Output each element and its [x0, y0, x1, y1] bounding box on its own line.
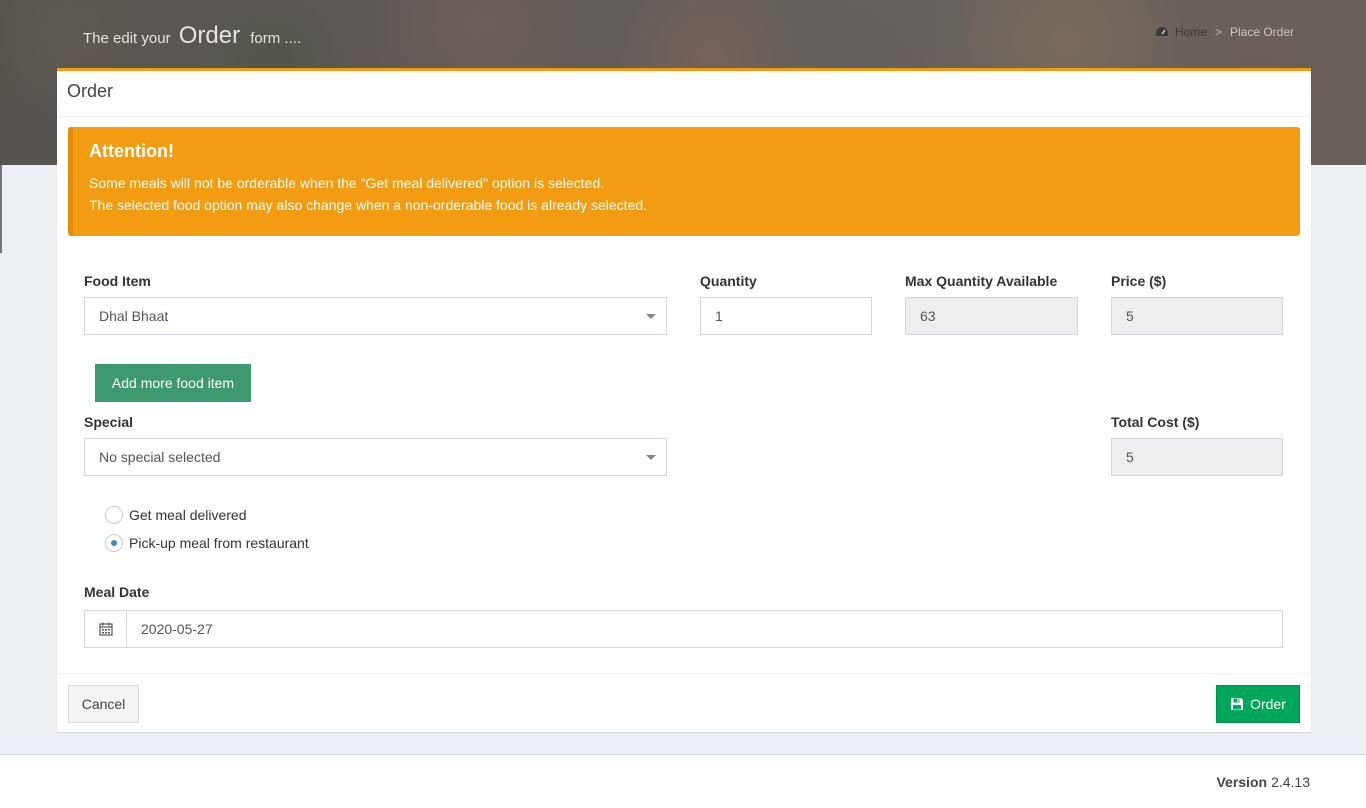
page-footer: Version 2.4.13: [0, 754, 1366, 808]
meal-date-value[interactable]: 2020-05-27: [127, 611, 227, 647]
meal-date-label: Meal Date: [84, 584, 150, 600]
radio-button-unchecked[interactable]: [105, 506, 123, 524]
alert-title: Attention!: [89, 141, 174, 161]
heading-emphasis: Order: [178, 22, 241, 49]
max-quantity-label: Max Quantity Available: [905, 273, 1058, 289]
breadcrumb-separator: >: [1214, 25, 1222, 39]
chevron-down-icon: [646, 455, 656, 460]
quantity-label: Quantity: [700, 273, 757, 289]
price-value: 5: [1126, 308, 1134, 324]
heading-suffix: form ....: [250, 30, 302, 47]
breadcrumb-current: Place Order: [1229, 25, 1294, 39]
price-field: 5: [1111, 297, 1283, 335]
special-select[interactable]: No special selected: [84, 438, 667, 476]
version-label: Version: [1216, 774, 1268, 790]
radio-get-meal-delivered[interactable]: Get meal delivered: [105, 506, 247, 524]
radio-button-checked[interactable]: [105, 534, 123, 552]
radio-pickup-meal[interactable]: Pick-up meal from restaurant: [105, 534, 309, 552]
cancel-button[interactable]: Cancel: [68, 685, 139, 723]
add-more-food-button[interactable]: Add more food item: [95, 364, 251, 402]
calendar-addon[interactable]: [85, 611, 127, 647]
price-label: Price ($): [1111, 273, 1167, 289]
special-label: Special: [84, 414, 134, 430]
version-info: Version 2.4.13: [1216, 774, 1310, 790]
radio-dot: [111, 540, 117, 546]
total-cost-label: Total Cost ($): [1111, 414, 1200, 430]
radio-label-pickup: Pick-up meal from restaurant: [129, 535, 309, 551]
food-item-value: Dhal Bhaat: [99, 308, 169, 324]
breadcrumb-home-label: Home: [1174, 25, 1207, 39]
box-footer: Cancel Order: [57, 673, 1311, 732]
save-icon: [1231, 698, 1244, 710]
special-value: No special selected: [99, 449, 221, 465]
breadcrumb: Home > Place Order: [1155, 25, 1294, 39]
radio-label-delivered: Get meal delivered: [129, 507, 247, 523]
breadcrumb-home[interactable]: Home: [1155, 25, 1207, 39]
total-cost-value: 5: [1126, 449, 1134, 465]
attention-alert: Attention! Some meals will not be ordera…: [68, 127, 1300, 236]
food-item-select[interactable]: Dhal Bhaat: [84, 297, 667, 335]
box-title: Order: [57, 71, 1311, 117]
heading-prefix: The edit your: [83, 30, 171, 47]
quantity-input[interactable]: 1: [700, 297, 872, 335]
alert-line-2: The selected food option may also change…: [89, 197, 648, 213]
order-button[interactable]: Order: [1216, 685, 1300, 723]
meal-date-input-group[interactable]: 2020-05-27: [84, 610, 1283, 648]
alert-line-1: Some meals will not be orderable when th…: [89, 175, 604, 191]
order-button-label: Order: [1250, 696, 1286, 712]
chevron-down-icon: [646, 314, 656, 319]
max-quantity-field: 63: [905, 297, 1078, 335]
version-value: 2.4.13: [1271, 774, 1310, 790]
order-box: Order Attention! Some meals will not be …: [57, 68, 1311, 732]
total-cost-field: 5: [1111, 438, 1283, 476]
food-item-label: Food Item: [84, 273, 151, 289]
dashboard-icon: [1155, 27, 1168, 36]
left-edge-strip: [0, 165, 2, 253]
quantity-value: 1: [715, 308, 723, 324]
page-heading: The edit your Order form ....: [83, 22, 301, 50]
calendar-icon: [98, 622, 113, 636]
max-quantity-value: 63: [920, 308, 936, 324]
